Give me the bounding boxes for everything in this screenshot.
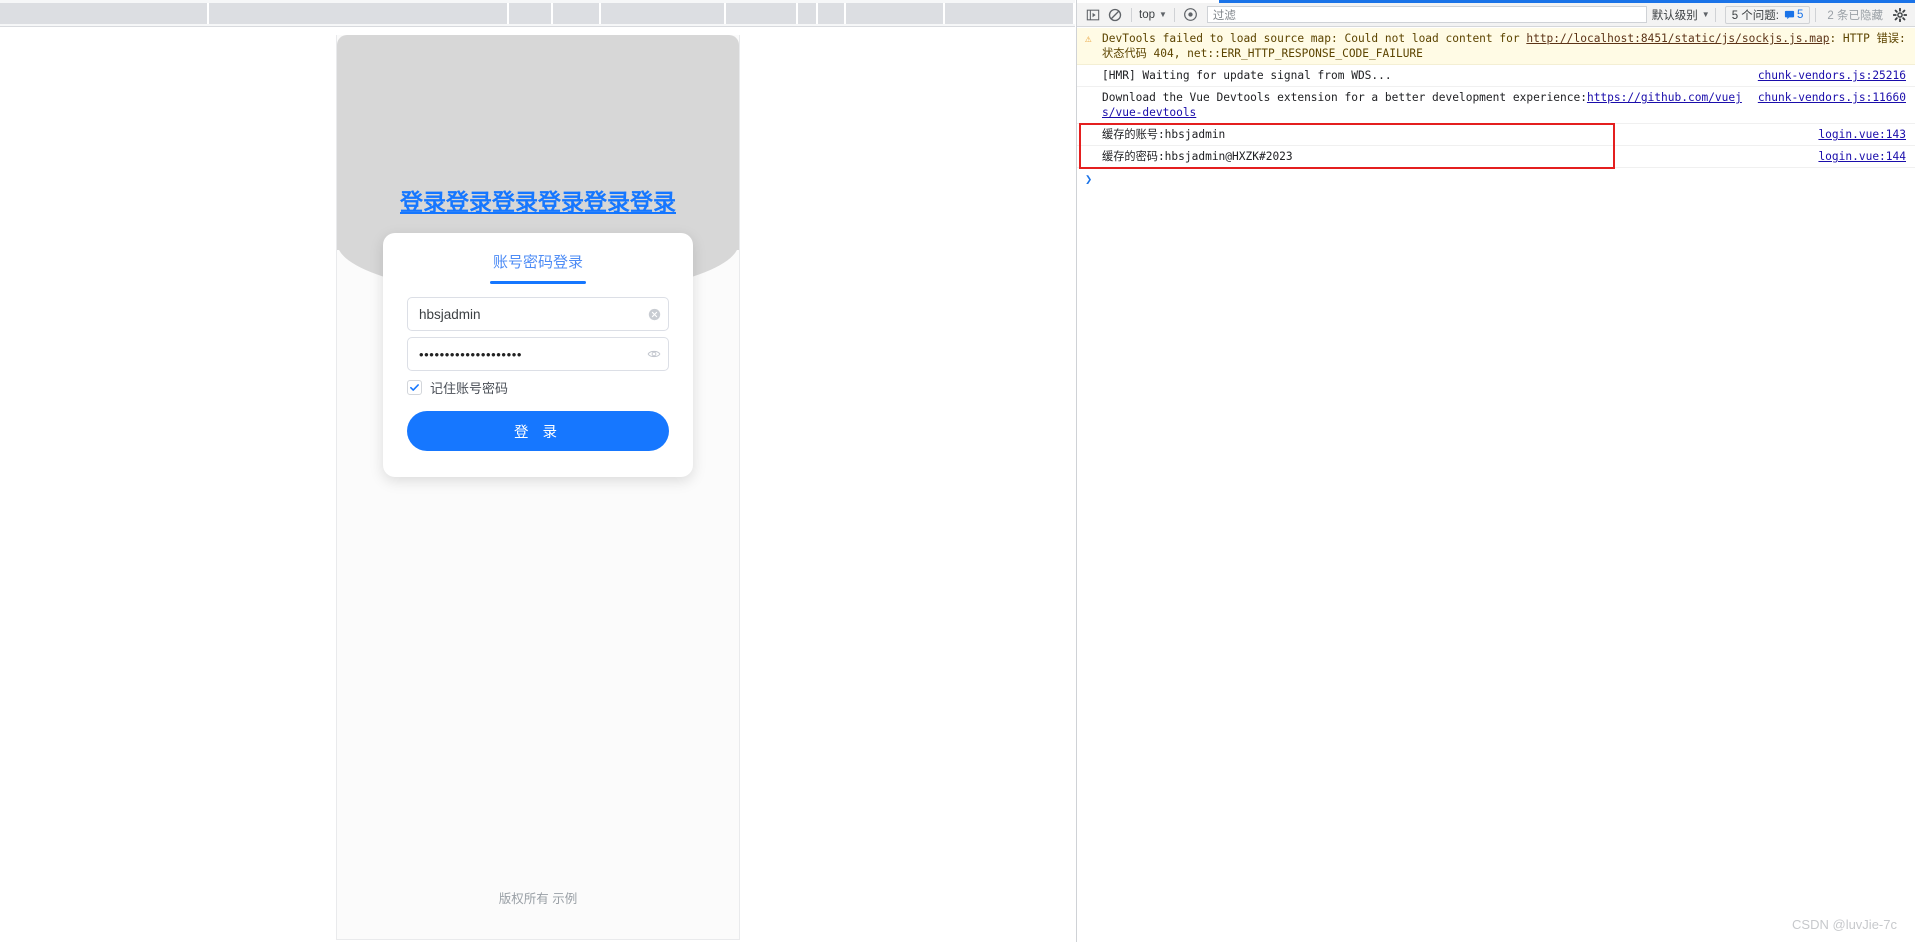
console-source-link[interactable]: chunk-vendors.js:11660 (1744, 90, 1906, 105)
hero-title: 登录登录登录登录登录登录 (400, 189, 676, 215)
log-level-label: 默认级别 (1651, 9, 1698, 22)
warning-triangle-icon: ⚠ (1085, 32, 1092, 45)
tab-segment-9[interactable] (845, 3, 946, 24)
clear-console-icon[interactable] (1104, 5, 1126, 25)
password-input[interactable]: •••••••••••••••••••• (408, 347, 640, 362)
devtools-panel: top ▼ 过滤 默认级别 ▼ 5 个问题: 5 2 条已隐藏 ⚠ DevToo… (1076, 0, 1915, 942)
toolbar-divider-4 (1815, 7, 1817, 22)
tab-segment-3[interactable] (508, 3, 554, 24)
screenshot-root: 登录登录登录登录登录登录 账号密码登录 hbsjadmin ••••••••••… (0, 0, 1915, 942)
tab-segment-6[interactable] (725, 3, 798, 24)
hidden-messages-label: 2 条已隐藏 (1827, 9, 1883, 22)
js-context-label: top (1139, 8, 1155, 21)
console-message-link[interactable]: https://github.com/vuejs/vue-devtools (1102, 91, 1742, 119)
issues-button[interactable]: 5 个问题: 5 (1724, 5, 1811, 24)
console-row[interactable]: [HMR] Waiting for update signal from WDS… (1077, 65, 1915, 87)
tab-active-underline (490, 281, 586, 284)
tab-segment-7[interactable] (797, 3, 818, 24)
console-message-text: 缓存的账号:hbsjadmin (1102, 128, 1226, 141)
console-message-link[interactable]: http://localhost:8451/static/js/sockjs.j… (1526, 32, 1829, 45)
console-filter-input[interactable]: 过滤 (1206, 6, 1647, 23)
console-source-link[interactable]: login.vue:143 (1804, 127, 1906, 142)
console-row[interactable]: Download the Vue Devtools extension for … (1077, 87, 1915, 124)
filter-placeholder: 过滤 (1212, 9, 1236, 22)
console-message-text: [HMR] Waiting for update signal from WDS… (1102, 69, 1392, 82)
remember-me-row[interactable]: 记住账号密码 (407, 378, 508, 397)
login-hero-panel: 登录登录登录登录登录登录 (337, 35, 739, 296)
username-field[interactable]: hbsjadmin (407, 297, 669, 331)
browser-tab-strip (0, 0, 1075, 27)
tab-account-password-login[interactable]: 账号密码登录 (383, 251, 693, 272)
console-row[interactable]: 缓存的密码:hbsjadmin@HXZK#2023 login.vue:144 (1077, 146, 1915, 168)
chevron-down-icon: ▼ (1159, 10, 1167, 19)
tab-segment-1[interactable] (0, 3, 210, 24)
remember-label: 记住账号密码 (430, 381, 509, 396)
inspect-element-icon[interactable] (1082, 5, 1104, 25)
toolbar-divider-1 (1131, 7, 1132, 22)
console-toolbar: top ▼ 过滤 默认级别 ▼ 5 个问题: 5 2 条已隐藏 (1077, 3, 1915, 27)
username-input[interactable]: hbsjadmin (408, 307, 640, 322)
issues-count-chip: 5 (1784, 9, 1803, 21)
live-expression-eye-icon[interactable] (1180, 5, 1202, 25)
console-source-link[interactable]: chunk-vendors.js:25216 (1744, 68, 1906, 83)
settings-gear-icon[interactable] (1889, 5, 1911, 25)
eye-icon[interactable] (640, 347, 668, 361)
login-submit-button[interactable]: 登 录 (407, 411, 669, 451)
console-prompt[interactable]: ❯ (1077, 168, 1915, 190)
login-card: 账号密码登录 hbsjadmin •••••••••••••••••••• 记住… (383, 233, 693, 477)
console-rows: ⚠ DevTools failed to load source map: Cou… (1077, 28, 1915, 168)
tab-segment-2[interactable] (209, 3, 509, 24)
js-context-selector[interactable]: top ▼ (1137, 9, 1169, 21)
tab-segment-10[interactable] (945, 3, 1075, 24)
password-field[interactable]: •••••••••••••••••••• (407, 337, 669, 371)
tab-segment-8[interactable] (817, 3, 846, 24)
console-message-text: Download the Vue Devtools extension for … (1102, 91, 1742, 119)
login-tab-row[interactable]: 账号密码登录 (383, 251, 693, 284)
csdn-watermark: CSDN @luvJie-7c (1792, 917, 1897, 932)
toolbar-divider-2 (1173, 7, 1175, 22)
issues-message-icon (1784, 10, 1795, 20)
prompt-caret-icon: ❯ (1085, 172, 1093, 186)
console-source-link[interactable]: login.vue:144 (1804, 149, 1906, 164)
console-message-text: DevTools failed to load source map: Coul… (1102, 32, 1906, 60)
console-row[interactable]: 缓存的账号:hbsjadmin login.vue:143 (1077, 124, 1915, 146)
page-viewport: 登录登录登录登录登录登录 账号密码登录 hbsjadmin ••••••••••… (0, 27, 1075, 942)
chevron-down-icon-level: ▼ (1701, 10, 1710, 19)
tab-segment-5[interactable] (601, 3, 726, 24)
log-level-selector[interactable]: 默认级别 ▼ (1652, 7, 1710, 23)
login-page-frame: 登录登录登录登录登录登录 账号密码登录 hbsjadmin ••••••••••… (336, 35, 740, 940)
console-row[interactable]: ⚠ DevTools failed to load source map: Cou… (1077, 28, 1915, 65)
check-icon (410, 384, 419, 391)
issues-label: 5 个问题: (1731, 9, 1779, 22)
copyright-footer: 版权所有 示例 (498, 892, 578, 906)
remember-checkbox[interactable] (407, 380, 422, 395)
tab-segment-group (0, 3, 1075, 24)
issues-count: 5 (1797, 8, 1804, 21)
toolbar-divider-3 (1714, 7, 1716, 22)
clear-circle-icon[interactable] (640, 308, 668, 321)
tab-segment-4[interactable] (553, 3, 602, 24)
console-message-text: 缓存的密码:hbsjadmin@HXZK#2023 (1102, 150, 1293, 163)
console-message-list: ⚠ DevTools failed to load source map: Cou… (1077, 28, 1915, 942)
